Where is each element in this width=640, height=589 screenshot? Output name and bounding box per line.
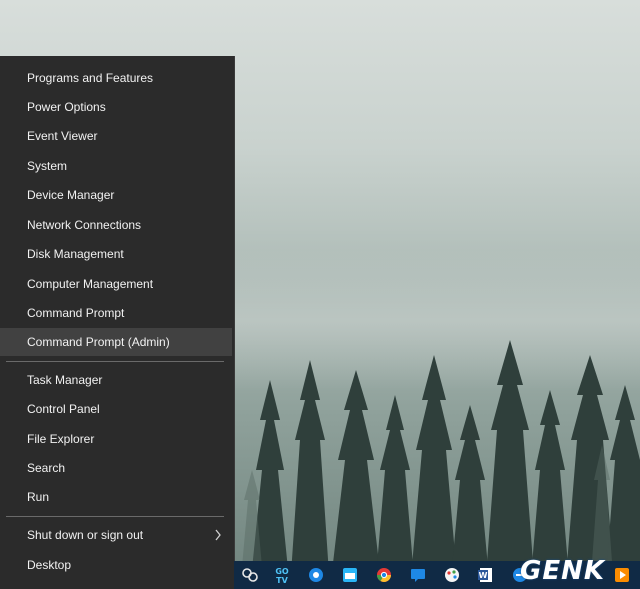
winx-context-menu: Programs and Features Power Options Even… <box>0 56 235 589</box>
menu-item-event-viewer[interactable]: Event Viewer <box>0 122 232 150</box>
chrome-icon[interactable] <box>374 565 394 585</box>
link-icon[interactable] <box>240 565 260 585</box>
menu-item-network-connections[interactable]: Network Connections <box>0 211 232 239</box>
calendar-app-icon[interactable] <box>340 565 360 585</box>
menu-item-run[interactable]: Run <box>0 483 232 511</box>
menu-item-disk-management[interactable]: Disk Management <box>0 240 232 268</box>
chevron-right-icon <box>215 529 221 541</box>
menu-item-label: Shut down or sign out <box>27 528 144 542</box>
menu-item-system[interactable]: System <box>0 152 232 180</box>
chat-icon[interactable] <box>408 565 428 585</box>
menu-item-device-manager[interactable]: Device Manager <box>0 181 232 209</box>
gotv-icon[interactable]: GO TV <box>272 565 292 585</box>
menu-item-command-prompt[interactable]: Command Prompt <box>0 299 232 327</box>
browser-icon[interactable] <box>306 565 326 585</box>
menu-item-computer-management[interactable]: Computer Management <box>0 270 232 298</box>
menu-item-control-panel[interactable]: Control Panel <box>0 395 232 423</box>
menu-item-search[interactable]: Search <box>0 454 232 482</box>
menu-separator <box>6 516 224 517</box>
menu-item-programs-and-features[interactable]: Programs and Features <box>0 64 232 92</box>
menu-item-file-explorer[interactable]: File Explorer <box>0 425 232 453</box>
paint-icon[interactable] <box>442 565 462 585</box>
svg-text:W: W <box>479 571 488 580</box>
svg-text:GO: GO <box>275 567 289 576</box>
genk-watermark-logo: GENK <box>520 556 606 586</box>
menu-item-desktop[interactable]: Desktop <box>0 551 232 579</box>
menu-item-shut-down-or-sign-out[interactable]: Shut down or sign out <box>0 521 232 549</box>
word-icon[interactable]: W <box>476 565 496 585</box>
menu-separator <box>6 361 224 362</box>
menu-item-command-prompt-admin[interactable]: Command Prompt (Admin) <box>0 328 232 356</box>
menu-item-power-options[interactable]: Power Options <box>0 93 232 121</box>
menu-item-task-manager[interactable]: Task Manager <box>0 366 232 394</box>
svg-text:TV: TV <box>276 576 288 585</box>
